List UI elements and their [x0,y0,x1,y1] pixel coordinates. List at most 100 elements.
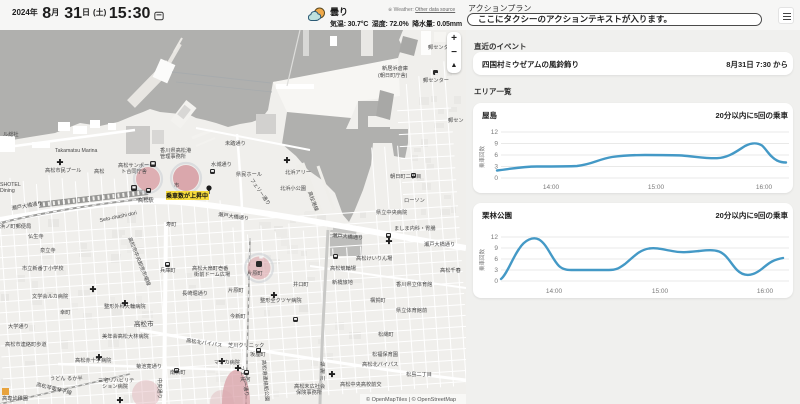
svg-text:松福保育園: 松福保育園 [372,350,398,358]
svg-text:高松市民プール: 高松市民プール [45,166,81,174]
svg-text:県立中央病院: 県立中央病院 [376,208,408,216]
svg-text:ローソン: ローソン [404,198,425,204]
svg-text:片原町: 片原町 [247,269,263,277]
svg-text:✚: ✚ [284,156,291,165]
svg-text:3: 3 [494,267,498,274]
svg-text:ル総社: ル総社 [3,130,19,138]
svg-text:菊池寛通り: 菊池寛通り [136,362,162,370]
svg-text:市立新番丁小学校: 市立新番丁小学校 [22,264,64,272]
svg-text:6: 6 [494,256,498,263]
svg-text:保険事務所: 保険事務所 [296,388,322,396]
svg-text:9: 9 [494,141,498,148]
svg-text:文学会ルカ病院: 文学会ルカ病院 [32,292,69,300]
svg-text:仏生寺: 仏生寺 [28,232,44,240]
svg-text:15:00: 15:00 [652,288,669,295]
svg-text:高松: 高松 [94,167,104,175]
svg-text:杣: 杣 [320,360,325,368]
svg-text:16:00: 16:00 [756,184,773,191]
svg-text:香川県高松港: 香川県高松港 [160,146,192,154]
svg-text:✚: ✚ [117,396,124,404]
svg-text:✚: ✚ [57,158,64,167]
svg-text:高松北バイパス: 高松北バイパス [362,360,398,368]
svg-text:(朝日町庁舎): (朝日町庁舎) [378,71,408,79]
svg-text:北浜アリー: 北浜アリー [285,168,311,176]
svg-text:高松中央高校前交: 高松中央高校前交 [340,380,382,388]
svg-text:高松サンポー: 高松サンポー [118,161,149,169]
svg-text:うどん るか半: うどん るか半 [50,374,83,382]
svg-text:マオカ病院: マオカ病院 [214,358,241,366]
svg-text:浜ノ町郵便局: 浜ノ町郵便局 [0,222,31,230]
svg-text:新居浜倉庫: 新居浜倉庫 [382,64,408,72]
svg-text:9: 9 [494,245,498,252]
svg-text:✚: ✚ [90,285,97,294]
svg-text:乗車回数: 乗車回数 [478,249,486,272]
svg-text:乗車数が上昇中: 乗車数が上昇中 [165,192,208,200]
svg-text:高松競輪場: 高松競輪場 [330,264,356,272]
svg-text:松縄町: 松縄町 [378,330,394,338]
svg-text:✚: ✚ [329,370,336,379]
svg-text:14:00: 14:00 [543,184,560,191]
svg-text:ション病院: ション病院 [102,382,129,390]
svg-text:片原町: 片原町 [228,286,244,294]
svg-text:管理事務所: 管理事務所 [160,152,186,160]
svg-text:南新町: 南新町 [170,368,186,376]
svg-text:0: 0 [494,278,498,285]
svg-text:ましま内科・胃腸: ましま内科・胃腸 [394,224,436,232]
svg-text:15:00: 15:00 [648,184,665,191]
svg-text:芝川クリニック: 芝川クリニック [228,341,264,349]
svg-text:市: 市 [174,181,179,189]
svg-text:三宅リハビリテ: 三宅リハビリテ [98,376,134,384]
svg-text:坂屋町: 坂屋町 [250,350,266,358]
svg-text:中央通り: 中央通り [156,378,164,399]
svg-text:高松市連絡町歩道: 高松市連絡町歩道 [5,340,47,348]
svg-text:寿町: 寿町 [166,220,176,228]
svg-text:今新町: 今新町 [230,312,246,320]
svg-text:街前ドーム広場: 街前ドーム広場 [194,270,230,278]
svg-text:井口町: 井口町 [293,280,309,288]
svg-text:美年会高松大林病院: 美年会高松大林病院 [102,332,150,340]
svg-text:12: 12 [491,129,499,136]
svg-text:県民ホール: 県民ホール [236,171,262,178]
svg-text:県立体育館前: 県立体育館前 [396,306,427,314]
svg-text:6: 6 [494,152,498,159]
svg-text:14:00: 14:00 [546,288,563,295]
svg-text:郵センタ: 郵センタ [428,43,449,51]
svg-text:整形外科大輪病院: 整形外科大輪病院 [104,302,146,310]
svg-text:© OpenMapTiles | © OpenStreetM: © OpenMapTiles | © OpenStreetMap [366,396,456,403]
svg-text:川: 川 [320,376,325,382]
svg-text:香川県立体育館: 香川県立体育館 [396,280,432,288]
svg-text:水城通り: 水城通り [211,160,232,168]
svg-text:Dining: Dining [0,188,15,194]
svg-text:高松大扇町壱番: 高松大扇町壱番 [192,264,229,272]
svg-text:新橋旅地: 新橋旅地 [332,278,353,286]
svg-text:0: 0 [494,175,498,182]
svg-text:郵センター: 郵センター [423,76,449,84]
svg-text:北浜小公園: 北浜小公園 [280,184,306,192]
svg-text:高松赤十字病院: 高松赤十字病院 [75,356,112,364]
svg-text:長崎堀通り: 長崎堀通り [182,289,208,297]
svg-text:12: 12 [491,234,499,241]
svg-text:泉立寺: 泉立寺 [40,246,56,254]
svg-text:松島二丁目: 松島二丁目 [406,370,432,378]
svg-text:高松けいりん場: 高松けいりん場 [356,254,392,262]
svg-text:ト合同庁舎: ト合同庁舎 [121,167,148,175]
svg-text:構賀町: 構賀町 [370,296,386,304]
svg-text:幸町: 幸町 [60,309,70,316]
svg-text:場: 場 [320,367,325,375]
svg-text:高松駅: 高松駅 [138,196,154,204]
svg-text:兵庫町: 兵庫町 [160,266,176,274]
svg-text:高専幼稚園: 高専幼稚園 [2,394,28,402]
svg-text:瀬戸大橋通り: 瀬戸大橋通り [424,240,455,248]
svg-text:高松千春: 高松千春 [440,266,461,274]
svg-text:整形全クツヤ病院: 整形全クツヤ病院 [260,296,302,304]
svg-text:高松市: 高松市 [134,319,154,328]
svg-text:乗車回数: 乗車回数 [478,146,486,169]
svg-text:郵セン: 郵セン [448,116,464,124]
svg-text:高松末広社会: 高松末広社会 [294,382,325,390]
svg-text:朝日町二丁目: 朝日町二丁目 [390,173,421,180]
svg-text:✚: ✚ [386,237,393,246]
svg-text:未踏通り: 未踏通り [225,139,246,147]
svg-text:Takamatsu Marina: Takamatsu Marina [55,148,97,154]
svg-text:大学通り: 大学通り [8,322,29,330]
svg-text:16:00: 16:00 [757,288,774,295]
